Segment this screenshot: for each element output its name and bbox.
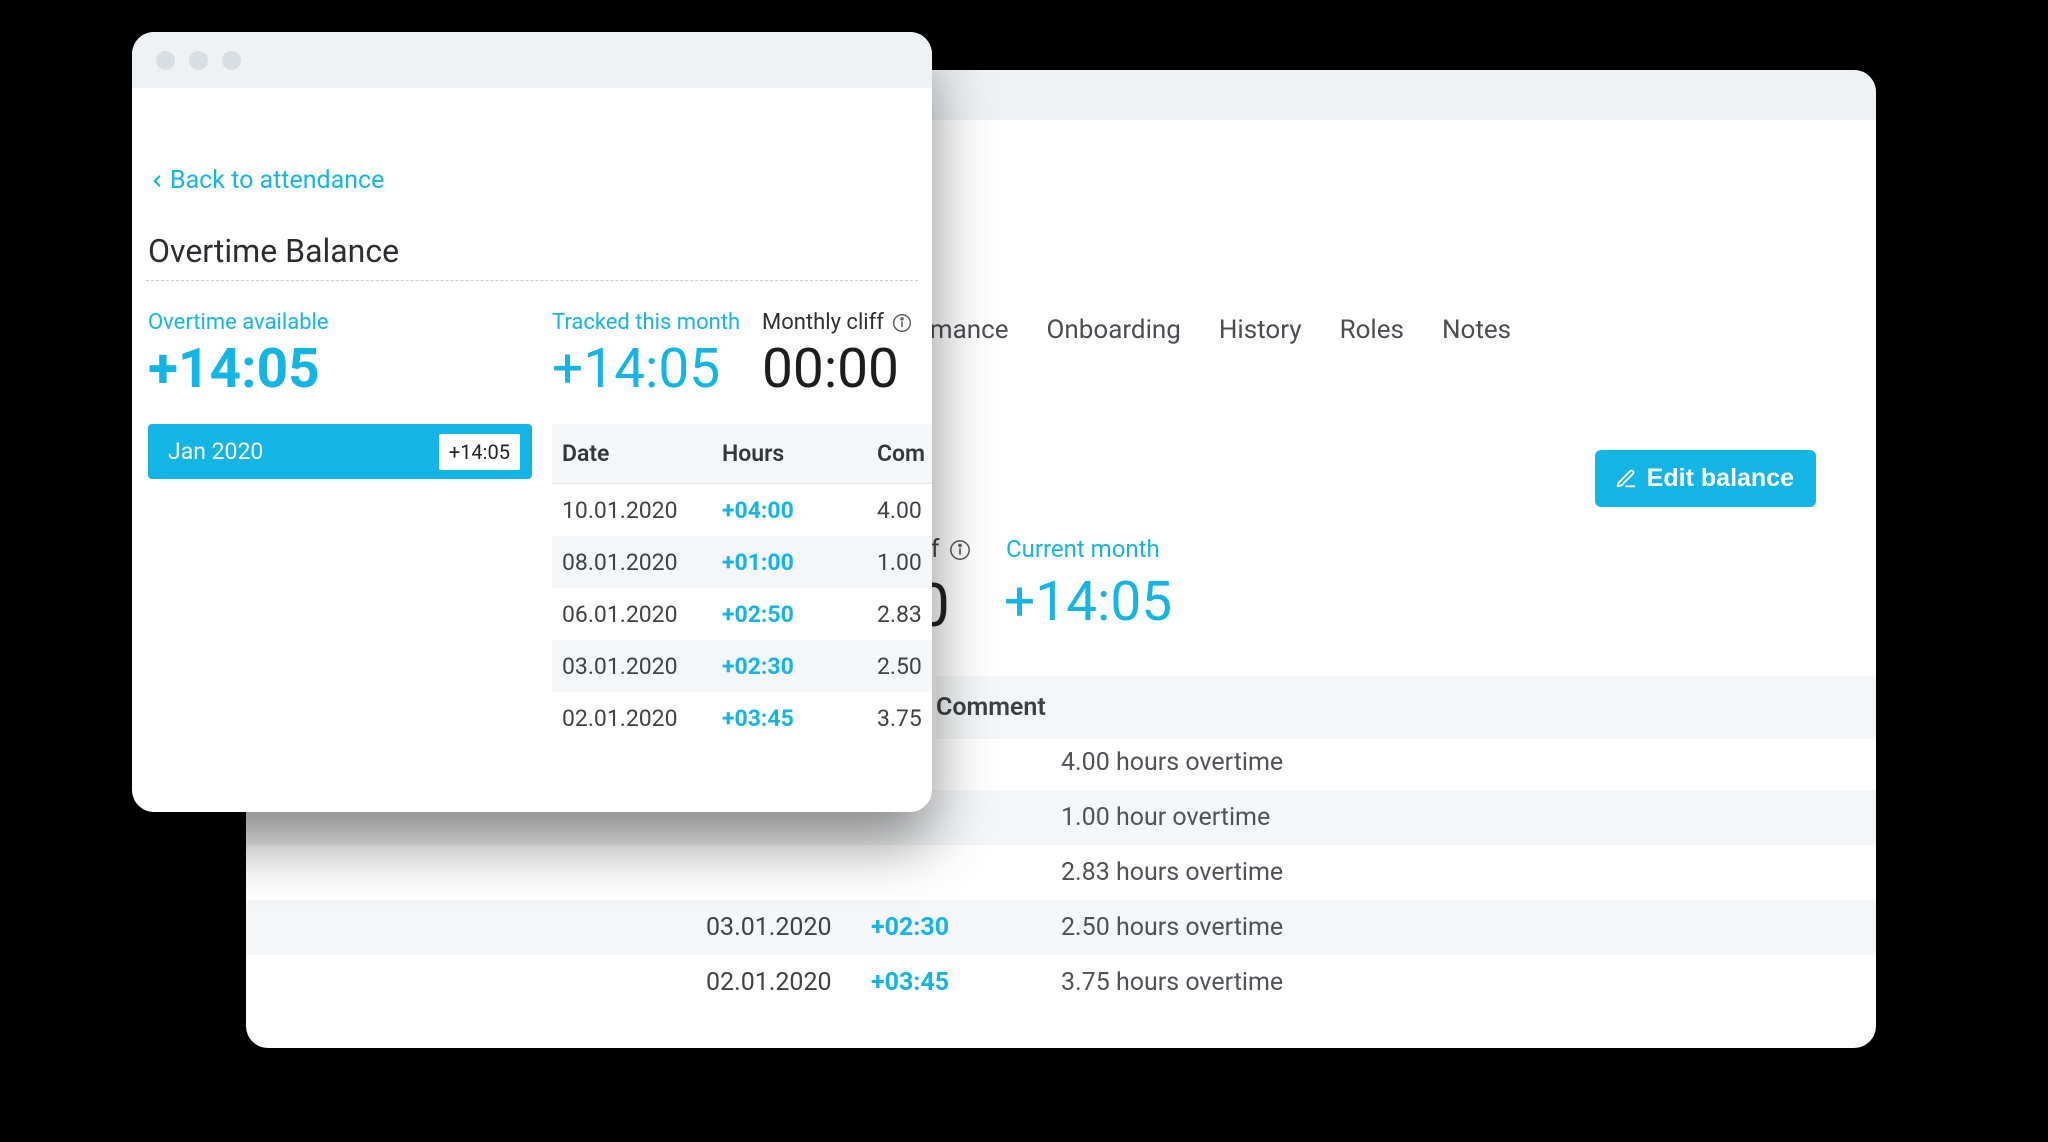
cell-hours: +02:30 xyxy=(871,913,1061,942)
cell-date: 02.01.2020 xyxy=(552,705,722,732)
cell-comment: 4.00 hours overtime xyxy=(1061,748,1283,777)
pencil-icon xyxy=(1615,468,1637,490)
cell-com: 2.50 xyxy=(877,653,932,680)
tab-strip: rmance Onboarding History Roles Notes xyxy=(921,315,1511,345)
table-row: 10.01.2020 +04:00 4.00 xyxy=(552,484,932,536)
cell-com: 4.00 xyxy=(877,497,932,524)
tab-performance[interactable]: rmance xyxy=(921,315,1009,345)
cell-hours: +04:00 xyxy=(722,497,877,524)
overtime-table-front: Date Hours Com 10.01.2020 +04:00 4.00 08… xyxy=(552,424,932,744)
table-row: 02.01.2020 +03:45 3.75 xyxy=(552,692,932,744)
cell-date: 03.01.2020 xyxy=(552,653,722,680)
traffic-light-zoom-icon[interactable] xyxy=(222,51,241,70)
table-row: 03.01.2020 +02:30 2.50 hours overtime xyxy=(246,900,1876,955)
cell-hours: +03:45 xyxy=(722,705,877,732)
divider xyxy=(146,280,918,281)
tab-roles[interactable]: Roles xyxy=(1340,315,1404,345)
cell-hours: +02:50 xyxy=(722,601,877,628)
table-row: 2.83 hours overtime xyxy=(246,845,1876,900)
column-header-com: Com xyxy=(877,440,932,467)
cell-hours: +02:30 xyxy=(722,653,877,680)
back-link-label: Back to attendance xyxy=(170,166,384,195)
edit-balance-label: Edit balance xyxy=(1647,464,1794,493)
back-to-attendance-link[interactable]: Back to attendance xyxy=(148,166,384,195)
cell-com: 1.00 xyxy=(877,549,932,576)
current-month-value: +14:05 xyxy=(1004,570,1172,634)
tab-notes[interactable]: Notes xyxy=(1442,315,1511,345)
cell-date: 08.01.2020 xyxy=(552,549,722,576)
cell-comment: 3.75 hours overtime xyxy=(1061,968,1283,997)
traffic-light-close-icon[interactable] xyxy=(156,51,175,70)
cell-com: 2.83 xyxy=(877,601,932,628)
cell-date: 06.01.2020 xyxy=(552,601,722,628)
column-header-date: Date xyxy=(552,440,722,467)
table-row: 06.01.2020 +02:50 2.83 xyxy=(552,588,932,640)
stat-value: +14:05 xyxy=(148,341,329,399)
chevron-left-icon xyxy=(148,172,166,190)
cell-comment: 2.50 hours overtime xyxy=(1061,913,1283,942)
stat-tracked-this-month: Tracked this month +14:05 xyxy=(552,310,740,399)
cell-comment: 1.00 hour overtime xyxy=(1061,803,1270,832)
cell-date: 10.01.2020 xyxy=(552,497,722,524)
tab-history[interactable]: History xyxy=(1219,315,1302,345)
stat-monthly-cliff: Monthly cliff 00:00 xyxy=(762,310,912,399)
tab-onboarding[interactable]: Onboarding xyxy=(1047,315,1181,345)
month-balance-badge: +14:05 xyxy=(439,434,520,470)
column-header-hours: Hours xyxy=(722,440,877,467)
stat-overtime-available: Overtime available +14:05 xyxy=(148,310,329,399)
page-title: Overtime Balance xyxy=(148,232,399,270)
month-selector[interactable]: Jan 2020 +14:05 xyxy=(148,424,532,479)
table-row: 08.01.2020 +01:00 1.00 xyxy=(552,536,932,588)
cell-date: 02.01.2020 xyxy=(706,968,871,997)
stat-value: +14:05 xyxy=(552,341,740,399)
cell-hours: +01:00 xyxy=(722,549,877,576)
info-icon[interactable] xyxy=(892,313,912,333)
stat-label: Monthly cliff xyxy=(762,310,912,335)
table-header: Date Hours Com xyxy=(552,424,932,484)
current-month-label: Current month xyxy=(1006,535,1160,563)
table-row: 03.01.2020 +02:30 2.50 xyxy=(552,640,932,692)
edit-balance-button[interactable]: Edit balance xyxy=(1595,450,1816,507)
cell-hours: +03:45 xyxy=(871,968,1061,997)
cell-com: 3.75 xyxy=(877,705,932,732)
column-header-comment: Comment xyxy=(936,676,1876,739)
info-icon[interactable] xyxy=(949,539,971,561)
table-row: 02.01.2020 +03:45 3.75 hours overtime xyxy=(246,955,1876,1010)
stat-label: Overtime available xyxy=(148,310,329,335)
stat-value: 00:00 xyxy=(762,341,912,399)
stat-label: Tracked this month xyxy=(552,310,740,335)
cell-date: 03.01.2020 xyxy=(706,913,871,942)
traffic-light-minimize-icon[interactable] xyxy=(189,51,208,70)
cliff-label-text: Monthly cliff xyxy=(762,310,884,335)
month-label: Jan 2020 xyxy=(168,438,263,465)
titlebar xyxy=(132,32,932,88)
cell-comment: 2.83 hours overtime xyxy=(1061,858,1283,887)
window-front: Back to attendance Overtime Balance Over… xyxy=(132,32,932,812)
